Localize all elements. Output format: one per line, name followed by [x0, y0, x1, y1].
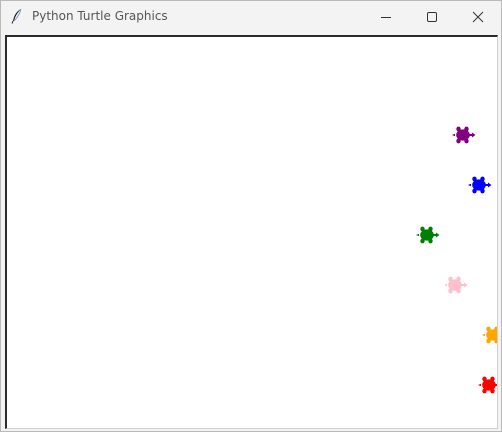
turtle-purple — [452, 126, 476, 144]
close-icon — [472, 11, 484, 22]
turtle-canvas[interactable] — [5, 35, 498, 429]
close-button[interactable] — [455, 1, 501, 32]
turtle-pink — [444, 276, 468, 294]
turtle-red — [478, 376, 497, 394]
turtle-window: Python Turtle Graphics — [0, 0, 502, 432]
turtle-blue — [468, 176, 492, 194]
feather-icon — [11, 8, 22, 24]
maximize-button[interactable] — [409, 1, 455, 32]
minimize-button[interactable] — [363, 1, 409, 32]
turtle-green — [416, 226, 440, 244]
title-bar[interactable]: Python Turtle Graphics — [1, 1, 501, 32]
window-title: Python Turtle Graphics — [32, 9, 168, 23]
turtle-orange — [482, 326, 497, 344]
maximize-icon — [427, 11, 437, 22]
minimize-icon — [381, 16, 391, 18]
